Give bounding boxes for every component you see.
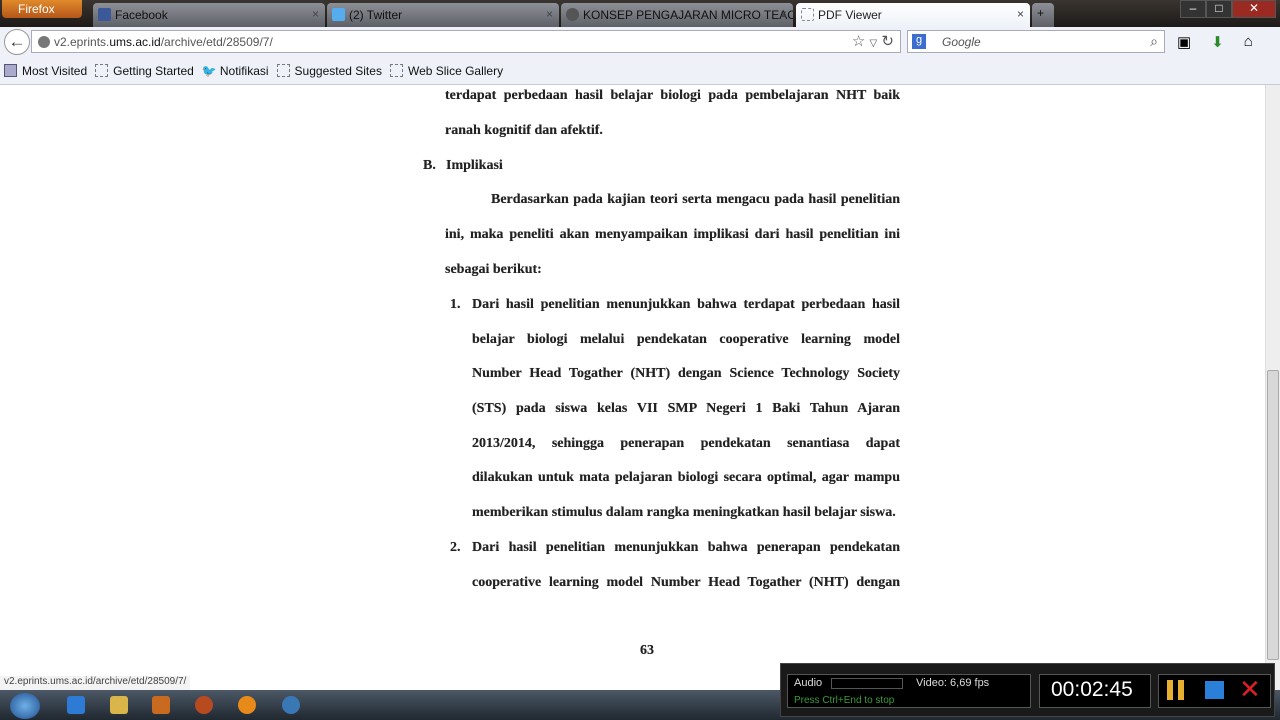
close-icon[interactable]: × [780, 7, 787, 21]
globe-icon [38, 36, 50, 48]
screen-recorder-panel: Audio Video: 6,69 fps Press Ctrl+End to … [780, 663, 1275, 717]
audio-level-meter [831, 678, 903, 689]
close-window-button[interactable]: ✕ [1232, 0, 1276, 18]
pause-button[interactable] [1167, 680, 1184, 700]
document-line: Berdasarkan pada kajian teori serta meng… [491, 192, 900, 207]
google-icon: g [912, 34, 926, 49]
bookmark-label: Notifikasi [219, 63, 269, 78]
stop-hint: Press Ctrl+End to stop [794, 695, 895, 706]
bookmark-suggested-sites[interactable]: Suggested Sites [276, 63, 382, 78]
bookmark-getting-started[interactable]: Getting Started [95, 64, 194, 78]
wordpress-icon [566, 8, 579, 21]
tab-twitter[interactable]: (2) Twitter × [327, 3, 559, 27]
tab-pdf-viewer[interactable]: PDF Viewer × [796, 3, 1030, 27]
bookmarks-toolbar: Most Visited Getting Started 🐦 Notifikasi… [0, 57, 1280, 85]
app-icon[interactable] [238, 696, 256, 714]
tab-label: Facebook [115, 8, 168, 22]
bookmark-label: Most Visited [22, 63, 88, 78]
document-line: sebagai berikut: [445, 262, 542, 277]
tab-label: (2) Twitter [349, 8, 403, 22]
network-icon[interactable] [282, 696, 300, 714]
tab-bar: Firefox Facebook × (2) Twitter × KONSEP PE… [0, 0, 1280, 27]
bookmark-label: Web Slice Gallery [407, 63, 504, 78]
bookmark-label: Getting Started [113, 63, 194, 78]
recording-timer: 00:02:45 [1051, 678, 1133, 701]
bookmarks-icon[interactable]: ▣ [1177, 33, 1191, 51]
document-line: cooperative learning model Number Head T… [472, 575, 900, 590]
document-line: (STS) pada siswa kelas VII SMP Negeri 1 … [472, 401, 900, 416]
reload-icon[interactable]: ↻ [881, 33, 894, 50]
dropdown-icon[interactable]: ▽ [870, 38, 878, 49]
page-icon [276, 64, 290, 77]
search-icon[interactable]: ⌕ [1150, 33, 1158, 50]
page-icon [801, 8, 814, 21]
minimize-button[interactable]: – [1180, 0, 1206, 18]
pdf-page: 63 terdapat perbedaan hasil belajar biol… [0, 85, 1265, 690]
start-button[interactable] [10, 693, 40, 719]
document-line: 1. [450, 297, 461, 312]
twitter-icon: 🐦 [201, 64, 217, 78]
document-line: 2. [450, 540, 461, 555]
document-line: Dari hasil penelitian menunjukkan bahwa … [472, 297, 900, 312]
document-line: belajar biologi melalui pendekatan coope… [472, 332, 900, 347]
bookmark-notifikasi[interactable]: 🐦 Notifikasi [201, 63, 269, 79]
page-number: 63 [640, 643, 654, 658]
document-line: ranah kognitif dan afektif. [445, 123, 603, 138]
page-icon [389, 64, 403, 77]
tab-label: PDF Viewer [818, 8, 882, 22]
new-tab-button[interactable]: + [1032, 3, 1054, 27]
explorer-icon[interactable] [110, 696, 128, 714]
status-bar-url: v2.eprints.ums.ac.id/archive/etd/28509/7… [0, 676, 191, 690]
audio-label: Audio [794, 677, 823, 689]
video-fps: Video: 6,69 fps [916, 677, 990, 689]
download-icon[interactable]: ⬇ [1211, 33, 1224, 51]
url-prefix: v2.eprints. [54, 35, 110, 49]
tab-label: KONSEP PENGAJARAN MICRO TEAC... [583, 8, 793, 22]
back-button[interactable]: ← [4, 29, 30, 55]
search-placeholder: Google [942, 35, 981, 49]
document-line: 2013/2014, sehingga penerapan pendekatan… [472, 436, 900, 451]
document-line: Number Head Togather (NHT) dengan Scienc… [472, 366, 900, 381]
document-line: Dari hasil penelitian menunjukkan bahwa … [472, 540, 900, 555]
document-line: terdapat perbedaan hasil belajar biologi… [445, 88, 900, 103]
close-recorder-button[interactable]: ✕ [1239, 674, 1261, 705]
document-line: dilakukan untuk mata pelajaran biologi s… [472, 470, 900, 485]
url-bar[interactable]: v2.eprints.ums.ac.id/archive/etd/28509/7… [31, 30, 901, 53]
url-host: ums.ac.id [109, 35, 161, 49]
close-icon[interactable]: × [1017, 7, 1024, 21]
firefox-menu-button[interactable]: Firefox [2, 0, 82, 18]
section-heading: Implikasi [446, 158, 503, 173]
home-icon[interactable]: ⌂ [1244, 33, 1253, 51]
page-icon [95, 64, 109, 77]
navigation-bar: ← v2.eprints.ums.ac.id/archive/etd/28509… [0, 27, 1280, 57]
bookmark-web-slice-gallery[interactable]: Web Slice Gallery [389, 63, 504, 78]
url-path: /archive/etd/28509/7/ [160, 35, 273, 49]
maximize-button[interactable]: □ [1206, 0, 1232, 18]
most-visited-icon [4, 64, 17, 77]
tab-facebook[interactable]: Facebook × [93, 3, 325, 27]
firefox-icon[interactable] [195, 696, 213, 714]
close-icon[interactable]: × [312, 7, 319, 21]
ie-icon[interactable] [67, 696, 85, 714]
section-heading: B. [423, 158, 436, 173]
scrollbar-thumb[interactable] [1267, 370, 1279, 660]
media-icon[interactable] [152, 696, 170, 714]
facebook-icon [98, 8, 111, 21]
stop-button[interactable] [1205, 681, 1224, 699]
tab-konsep[interactable]: KONSEP PENGAJARAN MICRO TEAC... × [561, 3, 793, 27]
star-icon[interactable]: ☆ [852, 33, 865, 50]
twitter-icon [332, 8, 345, 21]
document-line: ini, maka peneliti akan menyampaikan imp… [445, 227, 900, 242]
search-input[interactable]: g Google ⌕ [907, 30, 1165, 53]
bookmark-most-visited[interactable]: Most Visited [4, 64, 87, 78]
bookmark-label: Suggested Sites [294, 63, 382, 78]
vertical-scrollbar[interactable] [1265, 85, 1280, 690]
close-icon[interactable]: × [546, 7, 553, 21]
document-line: memberikan stimulus dalam rangka meningk… [472, 505, 896, 520]
